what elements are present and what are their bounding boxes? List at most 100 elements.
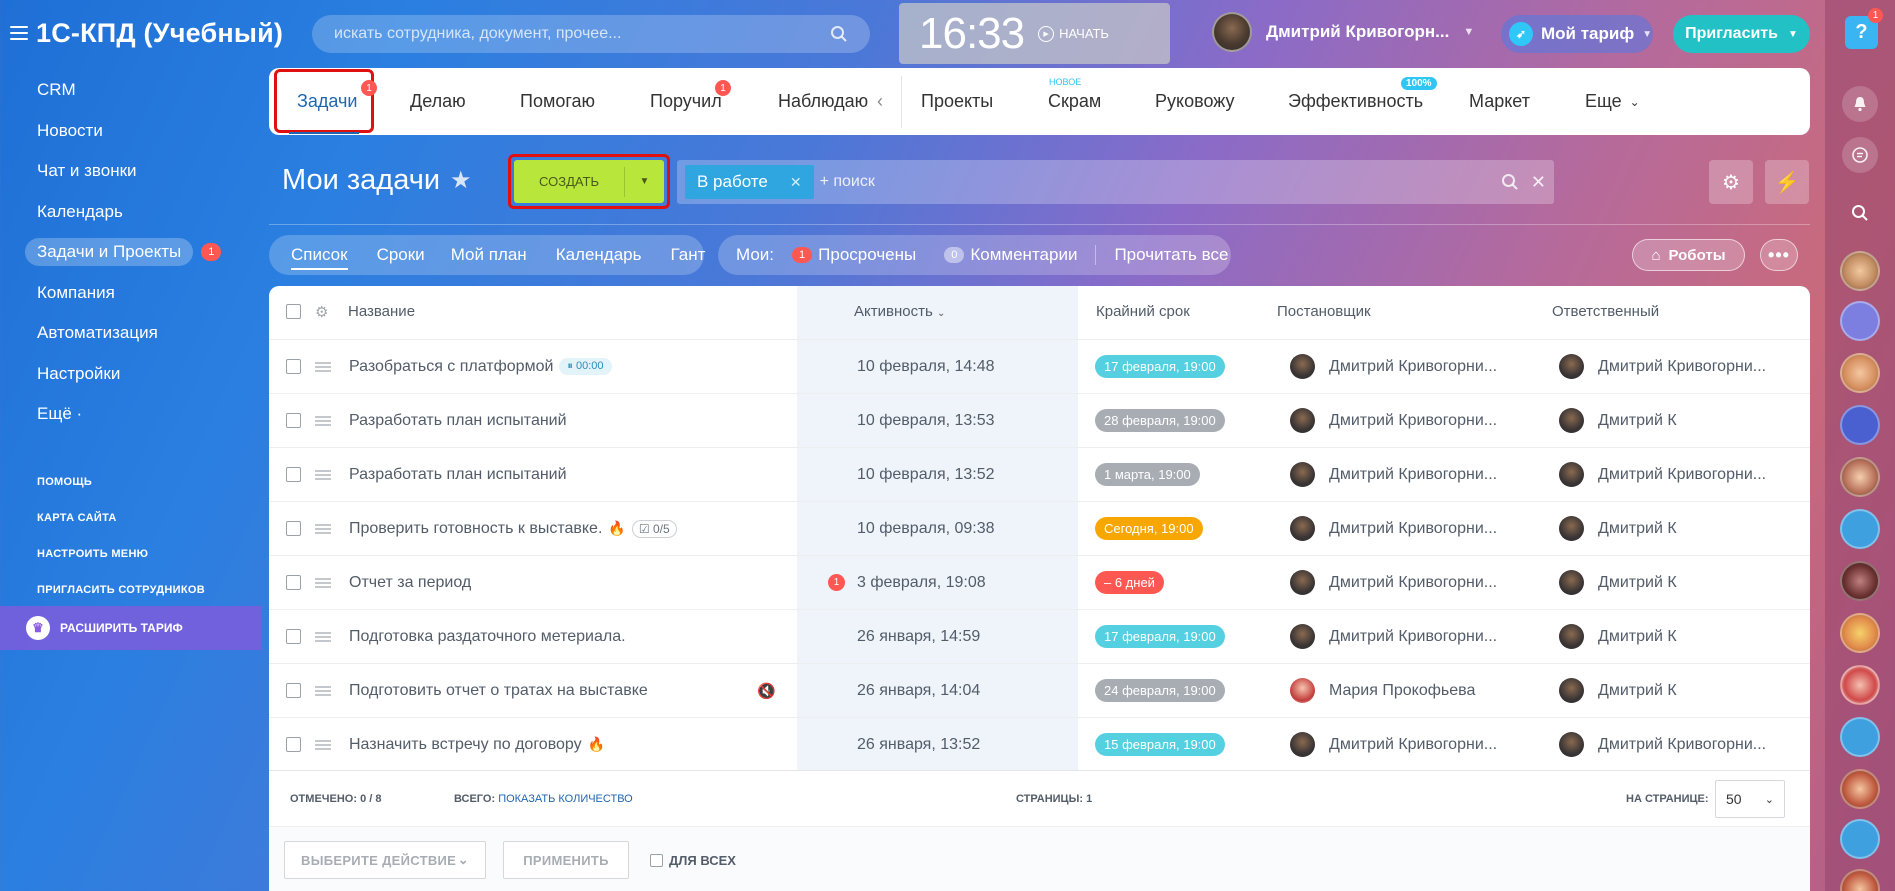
read-all-button[interactable]: Прочитать все: [1114, 245, 1228, 265]
creator-name[interactable]: Дмитрий Кривогорни...: [1329, 466, 1497, 484]
tab-effektivnost[interactable]: Эффективность 100%: [1288, 68, 1437, 135]
drag-handle-icon[interactable]: [315, 577, 331, 588]
deadline-badge[interactable]: 17 февраля, 19:00: [1095, 355, 1225, 378]
checkbox[interactable]: [650, 854, 663, 867]
responsible-cell[interactable]: Дмитрий Кривогорни...: [1559, 462, 1766, 487]
table-row[interactable]: Отчет за период 1 3 февраля, 19:08 – 6 дней…: [269, 555, 1810, 609]
task-title[interactable]: Разобраться с платформой: [349, 358, 553, 376]
tab-pomogayu[interactable]: Помогаю: [520, 68, 595, 135]
gear-icon[interactable]: ⚙: [315, 303, 328, 321]
contact-avatar[interactable]: [1840, 819, 1880, 859]
overdue-filter[interactable]: 1 Просрочены: [792, 245, 916, 265]
app-title[interactable]: 1С-КПД (Учебный): [36, 18, 283, 49]
tab-delayu[interactable]: Делаю: [410, 68, 466, 135]
responsible-name[interactable]: Дмитрий К: [1598, 412, 1677, 430]
tab-skram[interactable]: Скрам НОВОЕ: [1048, 68, 1101, 135]
search-icon[interactable]: [1851, 204, 1869, 227]
creator-name[interactable]: Дмитрий Кривогорни...: [1329, 736, 1497, 754]
task-title[interactable]: Подготовка раздаточного метериала.: [349, 628, 626, 646]
task-name[interactable]: Разработать план испытаний: [349, 466, 567, 484]
tariff-button[interactable]: ➶ Мой тариф ▼: [1501, 15, 1653, 53]
contact-avatar[interactable]: [1840, 665, 1880, 705]
creator-cell[interactable]: Дмитрий Кривогорни...: [1290, 516, 1497, 541]
contact-avatar[interactable]: [1840, 509, 1880, 549]
sidebar-link-sitemap[interactable]: КАРТА САЙТА: [0, 500, 262, 536]
star-icon[interactable]: ★: [450, 166, 472, 195]
sidebar-link-invite[interactable]: ПРИГЛАСИТЬ СОТРУДНИКОВ: [0, 572, 262, 608]
creator-name[interactable]: Мария Прокофьева: [1329, 682, 1475, 700]
task-title[interactable]: Проверить готовность к выставке.: [349, 520, 602, 538]
sidebar-item-crm[interactable]: CRM: [0, 70, 262, 111]
column-deadline[interactable]: Крайний срок: [1096, 303, 1190, 320]
creator-cell[interactable]: Дмитрий Кривогорни...: [1290, 354, 1497, 379]
tab-poruchil[interactable]: Поручил 1: [650, 68, 731, 135]
deadline-badge[interactable]: 17 февраля, 19:00: [1095, 625, 1225, 648]
tab-rukovozhu[interactable]: Руковожу: [1155, 68, 1235, 135]
creator-name[interactable]: Дмитрий Кривогорни...: [1329, 412, 1497, 430]
tab-market[interactable]: Маркет: [1469, 68, 1530, 135]
sidebar-item-news[interactable]: Новости: [0, 111, 262, 152]
workday-clock[interactable]: 16:33 ▶ НАЧАТЬ: [899, 3, 1170, 64]
responsible-cell[interactable]: Дмитрий К: [1559, 516, 1677, 541]
deadline-badge[interactable]: 15 февраля, 19:00: [1095, 733, 1225, 756]
table-row[interactable]: Подготовить отчет о тратах на выставке 🔇 2…: [269, 663, 1810, 717]
show-count-link[interactable]: ПОКАЗАТЬ КОЛИЧЕСТВО: [498, 793, 633, 805]
sidebar-item-automation[interactable]: Автоматизация: [0, 313, 262, 354]
comments-filter[interactable]: 0 Комментарии: [944, 245, 1077, 265]
contact-avatar[interactable]: [1840, 353, 1880, 393]
creator-name[interactable]: Дмитрий Кривогорни...: [1329, 628, 1497, 646]
creator-name[interactable]: Дмитрий Кривогорни...: [1329, 358, 1497, 376]
responsible-cell[interactable]: Дмитрий К: [1559, 570, 1677, 595]
column-activity[interactable]: Активность ⌄: [854, 303, 945, 320]
drag-handle-icon[interactable]: [315, 523, 331, 534]
task-name[interactable]: Назначить встречу по договору 🔥: [349, 736, 605, 754]
contact-avatar[interactable]: [1840, 457, 1880, 497]
responsible-name[interactable]: Дмитрий К: [1598, 574, 1677, 592]
row-checkbox[interactable]: [286, 467, 301, 482]
table-row[interactable]: Проверить готовность к выставке. 🔥 ☑ 0/5 10…: [269, 501, 1810, 555]
robots-button[interactable]: ⌂ Роботы: [1632, 239, 1745, 271]
task-name[interactable]: Разработать план испытаний: [349, 412, 567, 430]
per-page-select[interactable]: 50 ⌄: [1715, 780, 1785, 818]
group-chat-icon[interactable]: [1840, 405, 1880, 445]
deadline-badge[interactable]: – 6 дней: [1095, 571, 1164, 594]
mute-icon[interactable]: 🔇: [757, 682, 776, 700]
bell-icon[interactable]: [1842, 86, 1878, 122]
contact-avatar[interactable]: [1840, 613, 1880, 653]
sidebar-item-chat[interactable]: Чат и звонки: [0, 151, 262, 192]
table-row[interactable]: Разобраться с платформой ⏸ 00:00 10 феврал…: [269, 339, 1810, 393]
task-title[interactable]: Разработать план испытаний: [349, 466, 567, 484]
creator-cell[interactable]: Дмитрий Кривогорни...: [1290, 570, 1497, 595]
task-title[interactable]: Назначить встречу по договору: [349, 736, 582, 754]
sidebar-item-company[interactable]: Компания: [0, 273, 262, 314]
tab-more[interactable]: Еще ⌄: [1585, 68, 1640, 135]
view-my-plan[interactable]: Мой план: [451, 245, 527, 265]
view-deadlines[interactable]: Сроки: [377, 245, 425, 265]
row-checkbox[interactable]: [286, 629, 301, 644]
gear-icon[interactable]: ⚙: [1709, 160, 1753, 204]
view-gantt[interactable]: Гант: [671, 245, 706, 265]
responsible-name[interactable]: Дмитрий К: [1598, 520, 1677, 538]
creator-name[interactable]: Дмитрий Кривогорни...: [1329, 574, 1497, 592]
creator-cell[interactable]: Дмитрий Кривогорни...: [1290, 408, 1497, 433]
select-all-checkbox[interactable]: [286, 304, 301, 319]
menu-icon[interactable]: [10, 26, 28, 40]
search-icon[interactable]: [830, 25, 848, 43]
drag-handle-icon[interactable]: [315, 361, 331, 372]
row-checkbox[interactable]: [286, 737, 301, 752]
sidebar-link-configure-menu[interactable]: НАСТРОИТЬ МЕНЮ: [0, 536, 262, 572]
tab-proekty[interactable]: Проекты: [921, 68, 993, 135]
sidebar-item-more[interactable]: Ещё ·: [0, 394, 262, 435]
timer-badge[interactable]: ⏸ 00:00: [559, 358, 612, 375]
creator-cell[interactable]: Дмитрий Кривогорни...: [1290, 462, 1497, 487]
checklist-badge[interactable]: ☑ 0/5: [631, 519, 677, 538]
drag-handle-icon[interactable]: [315, 631, 331, 642]
deadline-badge[interactable]: 24 февраля, 19:00: [1095, 679, 1225, 702]
contact-avatar[interactable]: [1840, 561, 1880, 601]
task-title[interactable]: Отчет за период: [349, 574, 471, 592]
responsible-cell[interactable]: Дмитрий К: [1559, 624, 1677, 649]
apply-button[interactable]: ПРИМЕНИТЬ: [503, 841, 629, 879]
start-workday-button[interactable]: ▶ НАЧАТЬ: [1038, 25, 1109, 42]
contact-avatar[interactable]: [1840, 251, 1880, 291]
view-list[interactable]: Список: [291, 245, 348, 270]
